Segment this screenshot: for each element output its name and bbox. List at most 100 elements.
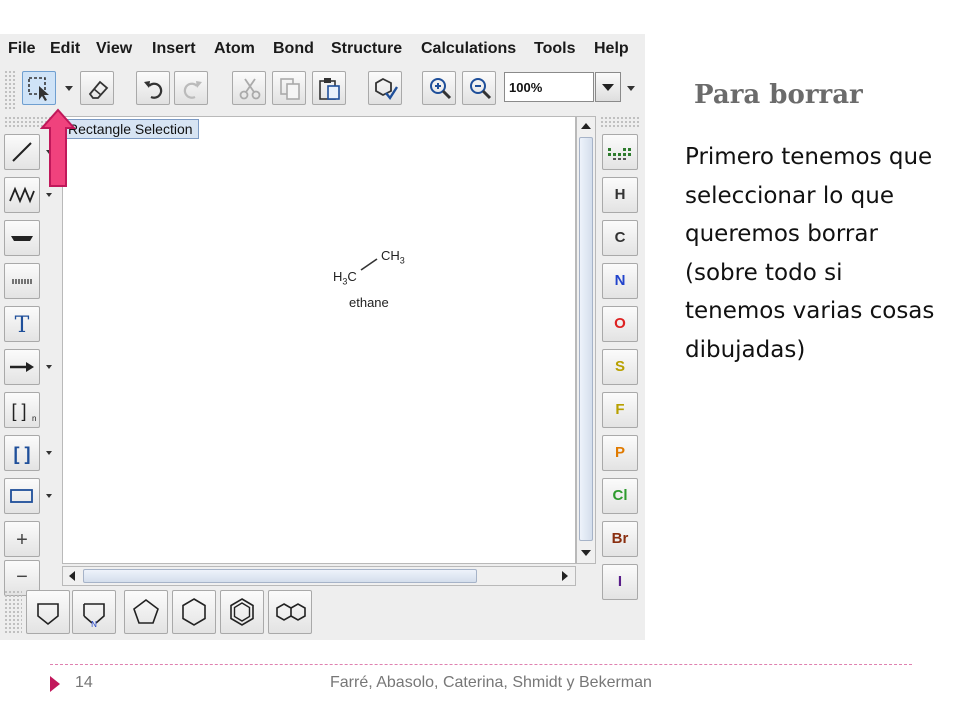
ethane-molecule[interactable]: H3C CH3 ethane	[329, 245, 419, 315]
menu-bond[interactable]: Bond	[273, 40, 314, 58]
dashed-bond-tool[interactable]	[4, 263, 40, 299]
element-button-o[interactable]: O	[602, 306, 638, 342]
redo-button[interactable]	[174, 71, 208, 105]
decrease-charge-icon: −	[16, 566, 28, 588]
bracket-tool[interactable]: [ ]	[4, 435, 40, 471]
reaction-arrow-tool[interactable]	[4, 349, 40, 385]
rectangle-shape-tool[interactable]	[4, 478, 40, 514]
single-bond-icon	[12, 142, 32, 162]
svg-text:T: T	[15, 313, 30, 338]
vertical-scroll-thumb[interactable]	[579, 137, 593, 541]
scroll-down-arrow-icon[interactable]	[578, 545, 594, 561]
element-button-h[interactable]: H	[602, 177, 638, 213]
menu-bar: File Edit View Insert Atom Bond Structur…	[0, 34, 645, 64]
hexagon-template-icon	[182, 598, 206, 626]
menu-calculations[interactable]: Calculations	[421, 40, 516, 58]
menu-view[interactable]: View	[96, 40, 132, 58]
svg-text:[ ]: [ ]	[14, 444, 31, 464]
element-button-i[interactable]: I	[602, 564, 638, 600]
ch3-label: CH3	[381, 248, 405, 266]
menu-help[interactable]: Help	[594, 40, 629, 58]
eraser-button[interactable]	[80, 71, 114, 105]
element-button-p[interactable]: P	[602, 435, 638, 471]
zoom-level-field[interactable]: 100%	[504, 72, 594, 102]
pentagon-template-button[interactable]	[124, 590, 168, 634]
element-button-cl[interactable]: Cl	[602, 478, 638, 514]
svg-text:n: n	[32, 414, 36, 423]
naphthalene-template-button[interactable]	[268, 590, 312, 634]
zoom-dropdown-button[interactable]	[595, 72, 621, 102]
sgroup-bracket-icon: [ ] n	[11, 401, 36, 423]
clean-structure-button[interactable]	[368, 71, 402, 105]
single-bond-tool[interactable]	[4, 134, 40, 170]
pyrrolidine-template-button[interactable]: N	[72, 590, 116, 634]
undo-button[interactable]	[136, 71, 170, 105]
periodic-table-icon	[608, 148, 631, 160]
zoom-level-value: 100%	[509, 80, 543, 95]
slide-body-text: Primero tenemos que seleccionar lo que q…	[685, 144, 935, 363]
sgroup-bracket-tool[interactable]: [ ] n	[4, 392, 40, 428]
menu-edit[interactable]: Edit	[50, 40, 80, 58]
reaction-arrow-icon	[10, 362, 34, 372]
cut-button[interactable]	[232, 71, 266, 105]
rectangle-shape-icon	[10, 489, 33, 503]
slide-page-number: 14	[75, 674, 93, 691]
svg-text:[ ]: [ ]	[11, 401, 26, 421]
copy-button[interactable]	[272, 71, 306, 105]
zoom-out-icon	[470, 78, 492, 100]
shape-dropdown-arrow[interactable]	[44, 478, 56, 514]
benzene-template-icon	[230, 598, 254, 626]
text-tool-icon: T	[15, 313, 30, 338]
scroll-left-arrow-icon[interactable]	[64, 568, 80, 584]
zoom-in-button[interactable]	[422, 71, 456, 105]
cut-icon	[239, 78, 261, 100]
bold-bond-tool[interactable]	[4, 220, 40, 256]
element-button-f[interactable]: F	[602, 392, 638, 428]
redo-icon	[183, 81, 202, 99]
chain-icon	[9, 186, 35, 204]
element-button-n[interactable]: N	[602, 263, 638, 299]
pyrrolidine-template-icon: N	[83, 603, 105, 628]
rectangle-selection-button[interactable]	[22, 71, 56, 105]
vertical-scrollbar[interactable]	[576, 116, 596, 564]
menu-file[interactable]: File	[8, 40, 36, 58]
chain-tool[interactable]	[4, 177, 40, 213]
bold-bond-icon	[11, 236, 33, 241]
marvin-sketch-window: File Edit View Insert Atom Bond Structur…	[0, 34, 645, 640]
footer-bullet-icon	[50, 676, 60, 692]
copy-icon	[280, 78, 300, 100]
element-button-c[interactable]: C	[602, 220, 638, 256]
selection-dropdown-arrow[interactable]	[62, 71, 76, 105]
benzene-template-button[interactable]	[220, 590, 264, 634]
cyclopentane-template-button[interactable]	[26, 590, 70, 634]
element-button-br[interactable]: Br	[602, 521, 638, 557]
zoom-out-button[interactable]	[462, 71, 496, 105]
bottom-toolbar-grip	[4, 590, 22, 634]
bracket-dropdown-arrow[interactable]	[44, 435, 56, 471]
svg-text:+: +	[16, 529, 28, 551]
horizontal-scroll-thumb[interactable]	[83, 569, 477, 583]
menu-atom[interactable]: Atom	[214, 40, 255, 58]
drawing-canvas[interactable]: Rectangle Selection H3C CH3 ethane	[62, 116, 576, 564]
menu-tools[interactable]: Tools	[534, 40, 575, 58]
clean-structure-icon	[375, 77, 399, 101]
horizontal-scrollbar[interactable]	[62, 566, 576, 586]
slide-authors: Farré, Abasolo, Caterina, Shmidt y Beker…	[330, 674, 652, 691]
text-tool[interactable]: T	[4, 306, 40, 342]
naphthalene-template-icon	[276, 603, 306, 621]
toolbar-overflow-arrow[interactable]	[624, 71, 638, 105]
svg-text:N: N	[91, 620, 97, 628]
menu-structure[interactable]: Structure	[331, 40, 402, 58]
pentagon-template-icon	[133, 599, 159, 624]
increase-charge-tool[interactable]: +	[4, 521, 40, 557]
scroll-right-arrow-icon[interactable]	[557, 568, 573, 584]
periodic-table-button[interactable]	[602, 134, 638, 170]
cyclopentane-template-icon	[37, 603, 59, 626]
menu-insert[interactable]: Insert	[152, 40, 196, 58]
paste-button[interactable]	[312, 71, 346, 105]
element-button-s[interactable]: S	[602, 349, 638, 385]
arrow-dropdown-arrow[interactable]	[44, 349, 56, 385]
scroll-up-arrow-icon[interactable]	[578, 118, 594, 134]
svg-text:−: −	[16, 566, 28, 588]
hexagon-template-button[interactable]	[172, 590, 216, 634]
